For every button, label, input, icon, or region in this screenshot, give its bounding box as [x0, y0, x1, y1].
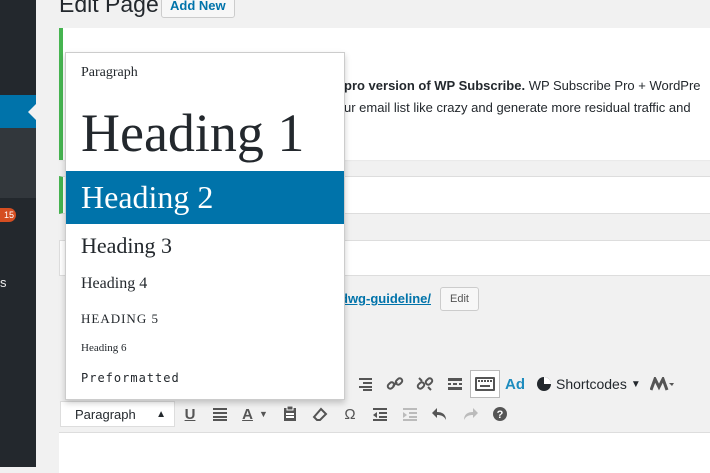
insert-link-icon[interactable] — [380, 370, 410, 398]
menu-item-heading-6[interactable]: Heading 6 — [66, 342, 344, 354]
unlink-icon[interactable] — [410, 370, 440, 398]
notice-bold-text: pro version of WP Subscribe. — [344, 78, 526, 93]
undo-icon[interactable] — [425, 400, 455, 428]
text-color-icon[interactable]: A ▼ — [235, 400, 275, 428]
redo-icon[interactable] — [455, 400, 485, 428]
toolbar-toggle-icon[interactable] — [470, 370, 500, 398]
shortcodes-icon — [537, 377, 551, 391]
caret-up-icon: ▲ — [156, 408, 166, 420]
help-icon[interactable]: ? — [485, 400, 515, 428]
outdent-icon[interactable] — [365, 400, 395, 428]
menu-item-heading-2[interactable]: Heading 2 — [66, 171, 344, 224]
menu-item-paragraph[interactable]: Paragraph — [66, 65, 344, 81]
notice-line-2: ur email list like crazy and generate mo… — [344, 100, 691, 115]
permalink-link[interactable]: dwg-guideline/ — [340, 291, 431, 306]
special-character-icon[interactable]: Ω — [335, 400, 365, 428]
sidebar-submenu — [0, 128, 36, 198]
read-more-icon[interactable] — [440, 370, 470, 398]
paste-text-icon[interactable] — [275, 400, 305, 428]
clear-formatting-icon[interactable] — [305, 400, 335, 428]
menu-item-heading-1[interactable]: Heading 1 — [66, 103, 344, 163]
format-select[interactable]: Paragraph ▲ — [60, 401, 175, 427]
page-title: Edit Page — [59, 0, 159, 17]
shortcodes-dropdown[interactable]: Shortcodes ▼ — [530, 376, 647, 392]
plugin-m-icon[interactable] — [647, 370, 677, 398]
justify-icon[interactable] — [205, 400, 235, 428]
menu-item-heading-3[interactable]: Heading 3 — [66, 233, 344, 259]
notice-text: WP Subscribe Pro + WordPre — [525, 78, 701, 93]
chevron-down-icon: ▼ — [630, 378, 641, 390]
add-new-button[interactable]: Add New — [161, 0, 235, 18]
active-indicator — [28, 104, 36, 120]
editor-toolbar-row-2: Paragraph ▲ U A ▼ Ω ? — [60, 400, 515, 428]
format-select-value: Paragraph — [75, 406, 136, 422]
update-count-badge: 15 — [0, 208, 16, 222]
admin-sidebar: 15 s — [0, 0, 36, 467]
align-right-icon[interactable] — [350, 370, 380, 398]
menu-item-heading-5[interactable]: HEADING 5 — [66, 311, 344, 327]
notice-line-1: pro version of WP Subscribe. WP Subscrib… — [344, 78, 701, 93]
format-dropdown-menu: Paragraph Heading 1 Heading 2 Heading 3 … — [65, 52, 345, 400]
indent-icon[interactable] — [395, 400, 425, 428]
ad-button[interactable]: Ad — [500, 370, 530, 398]
underline-icon[interactable]: U — [175, 400, 205, 428]
sidebar-item-label[interactable]: s — [0, 275, 7, 290]
shortcodes-label: Shortcodes — [556, 376, 627, 392]
menu-item-preformatted[interactable]: Preformatted — [66, 371, 344, 385]
svg-text:?: ? — [497, 409, 504, 421]
edit-permalink-button[interactable]: Edit — [440, 287, 479, 311]
menu-item-heading-4[interactable]: Heading 4 — [66, 275, 344, 293]
editor-toolbar-row-1: Ad Shortcodes ▼ — [350, 370, 677, 398]
